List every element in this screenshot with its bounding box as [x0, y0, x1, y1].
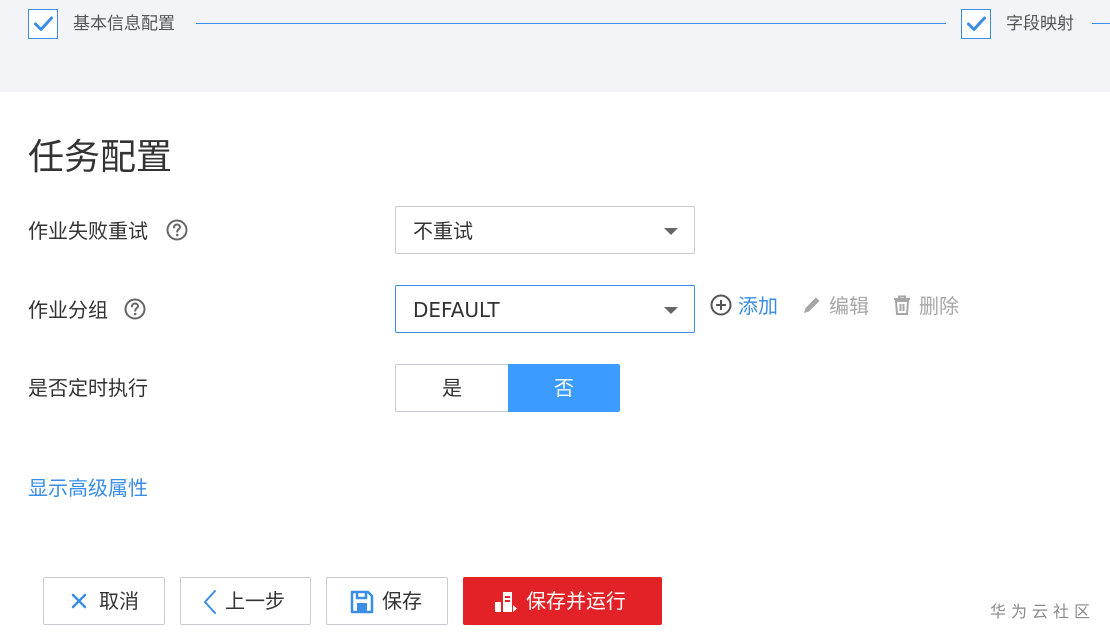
- step-2-label[interactable]: 字段映射: [1006, 13, 1074, 35]
- group-select[interactable]: DEFAULT: [395, 285, 695, 333]
- plus-circle-icon: [710, 294, 732, 316]
- schedule-option-no[interactable]: 否: [508, 364, 620, 412]
- retry-select[interactable]: 不重试: [395, 206, 695, 254]
- close-icon: [71, 593, 87, 609]
- schedule-label: 是否定时执行: [28, 376, 148, 400]
- schedule-option-yes[interactable]: 是: [395, 364, 509, 412]
- stepper: 基本信息配置 字段映射: [0, 0, 1110, 92]
- delete-group-label: 删除: [919, 294, 959, 318]
- floppy-disk-icon: [350, 590, 374, 614]
- help-circle-icon[interactable]: [124, 298, 146, 320]
- pencil-icon: [804, 297, 820, 313]
- trash-icon: [894, 295, 910, 315]
- step-connector: [196, 23, 946, 24]
- previous-step-button[interactable]: 上一步: [180, 577, 311, 625]
- show-advanced-link[interactable]: 显示高级属性: [28, 475, 148, 501]
- chevron-left-icon: [204, 590, 216, 614]
- retry-select-value: 不重试: [413, 219, 473, 243]
- cancel-button[interactable]: 取消: [43, 577, 165, 625]
- step-connector: [1092, 23, 1110, 24]
- retry-label: 作业失败重试: [28, 219, 148, 243]
- help-circle-icon[interactable]: [166, 219, 188, 241]
- step-2-check-icon: [961, 9, 991, 39]
- edit-group-label: 编辑: [829, 294, 869, 318]
- section-title: 任务配置: [28, 137, 173, 178]
- run-task-icon: [495, 592, 517, 612]
- caret-down-icon: [664, 228, 678, 235]
- previous-step-label: 上一步: [225, 589, 285, 613]
- save-label: 保存: [382, 589, 422, 613]
- save-and-run-button[interactable]: 保存并运行: [463, 577, 662, 625]
- watermark: 华为云社区: [990, 602, 1096, 621]
- group-label: 作业分组: [28, 298, 108, 322]
- step-1-check-icon: [28, 9, 58, 39]
- save-button[interactable]: 保存: [326, 577, 448, 625]
- save-and-run-label: 保存并运行: [526, 589, 626, 613]
- caret-down-icon: [664, 307, 678, 314]
- schedule-toggle: 是 否: [395, 364, 620, 412]
- step-1-label[interactable]: 基本信息配置: [73, 13, 175, 35]
- cancel-label: 取消: [99, 589, 139, 613]
- group-select-value: DEFAULT: [413, 298, 500, 322]
- add-group-label: 添加: [738, 294, 778, 318]
